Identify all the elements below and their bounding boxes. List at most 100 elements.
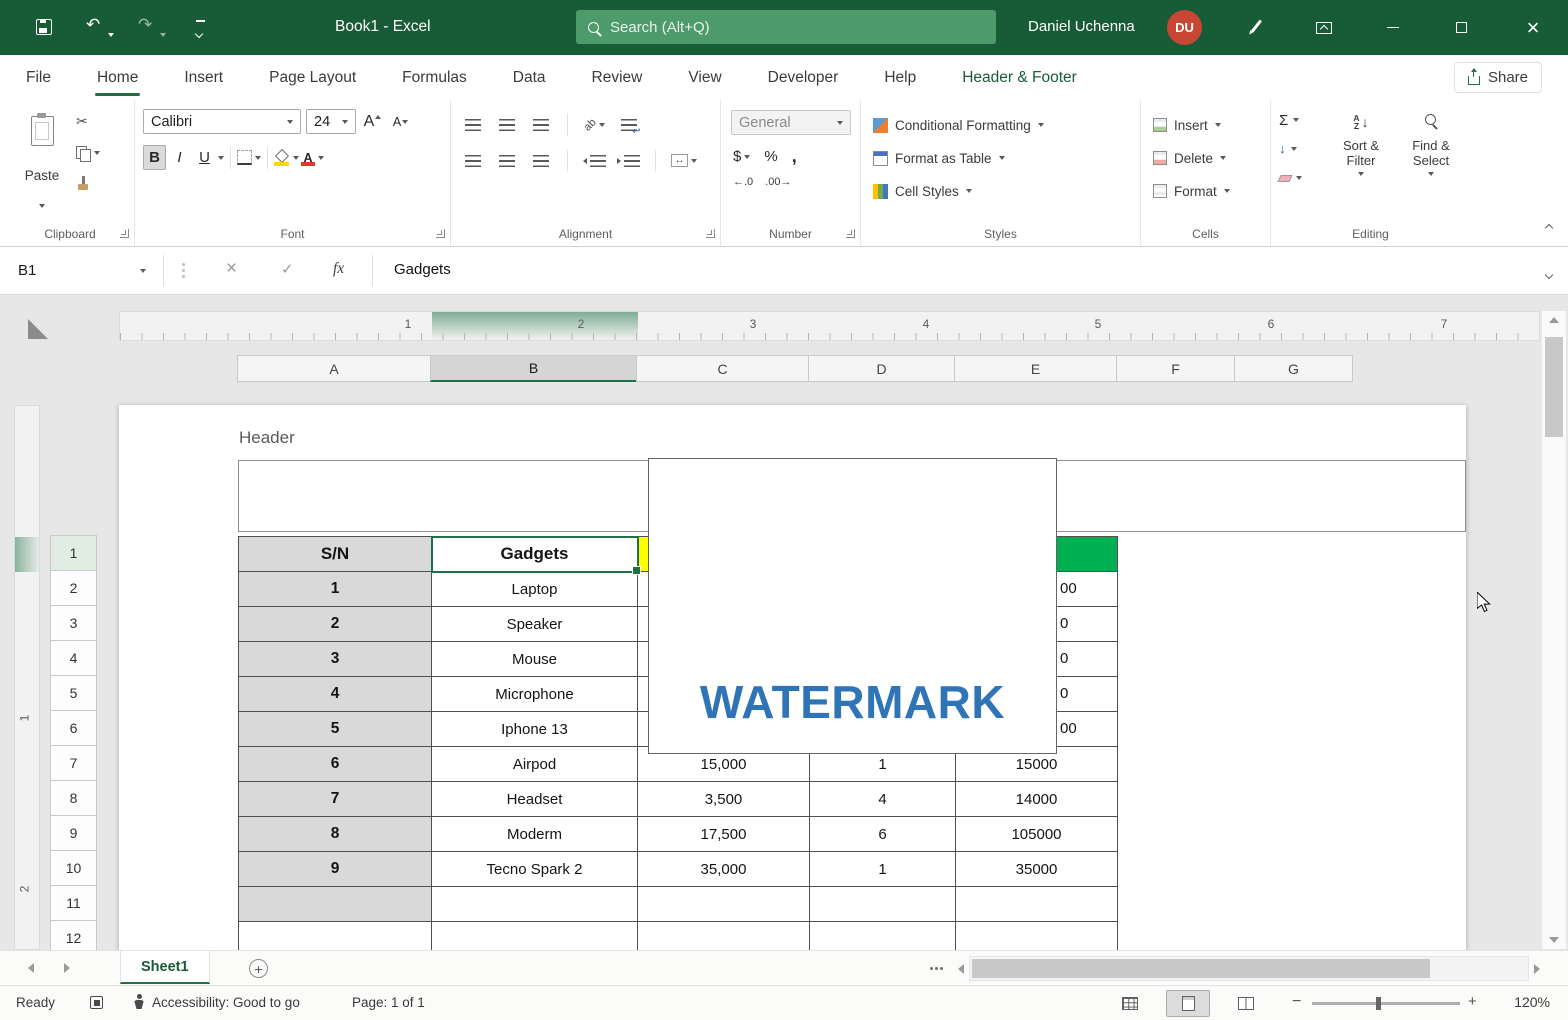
percent-button[interactable]: % xyxy=(764,144,777,169)
align-middle-button[interactable] xyxy=(495,112,518,137)
zoom-level[interactable]: 120% xyxy=(1514,994,1550,1010)
tab-help[interactable]: Help xyxy=(882,55,918,100)
search-box[interactable]: Search (Alt+Q) xyxy=(576,10,996,44)
tab-insert[interactable]: Insert xyxy=(182,55,225,100)
horizontal-scroll-track[interactable] xyxy=(969,956,1529,981)
font-size-combo[interactable]: 24 xyxy=(306,109,356,134)
orientation-button[interactable] xyxy=(583,112,606,137)
cell-sn[interactable]: 4 xyxy=(239,677,432,712)
page-break-view-button[interactable] xyxy=(1224,990,1268,1017)
formula-input[interactable]: Gadgets xyxy=(394,261,451,278)
column-header-c[interactable]: C xyxy=(636,355,809,382)
cell-b1-selected[interactable]: Gadgets xyxy=(432,537,638,572)
cell-sn[interactable]: 7 xyxy=(239,782,432,817)
underline-dropdown-icon[interactable] xyxy=(218,156,224,160)
save-icon[interactable] xyxy=(36,19,52,35)
cell-sn[interactable]: 9 xyxy=(239,852,432,887)
cell-name[interactable]: Speaker xyxy=(432,607,638,642)
decrease-indent-button[interactable] xyxy=(583,148,606,173)
expand-formula-bar-icon[interactable] xyxy=(1546,265,1552,283)
increase-decimal-button[interactable]: ←.0 xyxy=(733,176,753,188)
cell-qty[interactable]: 1 xyxy=(810,852,956,887)
row-header-2[interactable]: 2 xyxy=(50,570,97,606)
cell-empty[interactable] xyxy=(239,922,432,950)
tab-formulas[interactable]: Formulas xyxy=(400,55,469,100)
undo-dropdown-icon[interactable] xyxy=(108,24,114,42)
column-header-e[interactable]: E xyxy=(954,355,1117,382)
conditional-formatting-button[interactable]: Conditional Formatting xyxy=(873,112,1044,138)
zoom-slider-thumb[interactable] xyxy=(1376,997,1381,1010)
tab-view[interactable]: View xyxy=(686,55,723,100)
align-top-button[interactable] xyxy=(461,112,484,137)
cell-empty[interactable] xyxy=(638,887,810,922)
cell-empty[interactable] xyxy=(956,922,1118,950)
cell-sn[interactable]: 6 xyxy=(239,747,432,782)
decrease-decimal-button[interactable]: .00→ xyxy=(765,176,791,188)
sheet-tab-sheet1[interactable]: Sheet1 xyxy=(120,951,210,984)
tab-review[interactable]: Review xyxy=(590,55,645,100)
vertical-ruler[interactable]: 1 2 xyxy=(14,405,40,950)
cell-total[interactable]: 14000 xyxy=(956,782,1118,817)
cell-total[interactable]: 35000 xyxy=(956,852,1118,887)
paste-button[interactable]: Paste xyxy=(16,108,68,214)
wrap-text-button[interactable] xyxy=(617,112,640,137)
tab-file[interactable]: File xyxy=(24,55,53,100)
column-header-f[interactable]: F xyxy=(1116,355,1235,382)
autosum-button[interactable]: Σ xyxy=(1279,110,1302,130)
watermark-image-box[interactable]: WATERMARK xyxy=(648,458,1057,754)
format-as-table-button[interactable]: Format as Table xyxy=(873,145,1005,171)
cell-price[interactable]: 17,500 xyxy=(638,817,810,852)
align-right-button[interactable] xyxy=(529,148,552,173)
insert-function-icon[interactable]: fx xyxy=(333,260,344,278)
confirm-entry-icon[interactable] xyxy=(281,260,294,279)
scroll-left-icon[interactable] xyxy=(958,964,964,974)
share-button[interactable]: Share xyxy=(1454,62,1542,93)
find-select-button[interactable]: Find & Select xyxy=(1399,110,1463,176)
tab-developer[interactable]: Developer xyxy=(766,55,841,100)
row-header-1[interactable]: 1 xyxy=(50,535,97,571)
row-header-4[interactable]: 4 xyxy=(50,640,97,676)
font-name-combo[interactable]: Calibri xyxy=(143,109,301,134)
row-header-7[interactable]: 7 xyxy=(50,745,97,781)
cell-price[interactable]: 3,500 xyxy=(638,782,810,817)
redo-dropdown-icon[interactable] xyxy=(160,24,166,42)
scroll-down-icon[interactable] xyxy=(1549,937,1559,943)
fill-color-button[interactable] xyxy=(274,145,299,170)
cell-name[interactable]: Headset xyxy=(432,782,638,817)
italic-button[interactable]: I xyxy=(168,145,191,170)
horizontal-scroll-thumb[interactable] xyxy=(972,959,1430,978)
currency-button[interactable]: $ xyxy=(733,144,750,169)
cell-a1-sn-header[interactable]: S/N xyxy=(239,537,432,572)
increase-indent-button[interactable] xyxy=(617,148,640,173)
new-sheet-button[interactable] xyxy=(249,959,268,978)
redo-icon[interactable] xyxy=(138,15,152,35)
sort-filter-button[interactable]: Sort & Filter xyxy=(1329,110,1393,176)
number-dialog-launcher-icon[interactable] xyxy=(846,229,855,238)
format-cells-button[interactable]: Format xyxy=(1153,178,1230,204)
cell-name[interactable]: Airpod xyxy=(432,747,638,782)
row-header-6[interactable]: 6 xyxy=(50,710,97,746)
cell-name[interactable]: Microphone xyxy=(432,677,638,712)
cell-sn[interactable]: 8 xyxy=(239,817,432,852)
minimize-button[interactable] xyxy=(1370,0,1416,55)
accessibility-status[interactable]: Accessibility: Good to go xyxy=(152,995,300,1010)
cell-empty[interactable] xyxy=(239,887,432,922)
ribbon-display-options-icon[interactable] xyxy=(1316,22,1332,34)
column-header-a[interactable]: A xyxy=(237,355,431,382)
font-color-button[interactable] xyxy=(301,145,324,170)
tab-data[interactable]: Data xyxy=(511,55,548,100)
merge-center-button[interactable] xyxy=(671,148,697,173)
record-macro-icon[interactable] xyxy=(90,996,103,1009)
underline-button[interactable]: U xyxy=(193,145,216,170)
cell-sn[interactable]: 1 xyxy=(239,572,432,607)
avatar[interactable]: DU xyxy=(1167,10,1202,45)
formula-bar-handle-icon[interactable] xyxy=(182,263,185,266)
format-painter-button[interactable] xyxy=(76,174,100,194)
cell-sn[interactable]: 2 xyxy=(239,607,432,642)
horizontal-scrollbar[interactable] xyxy=(958,956,1540,981)
cell-styles-button[interactable]: Cell Styles xyxy=(873,178,972,204)
next-sheet-icon[interactable] xyxy=(64,963,70,973)
cell-name[interactable]: Iphone 13 xyxy=(432,712,638,747)
cell-sn[interactable]: 5 xyxy=(239,712,432,747)
increase-font-button[interactable] xyxy=(361,109,384,134)
